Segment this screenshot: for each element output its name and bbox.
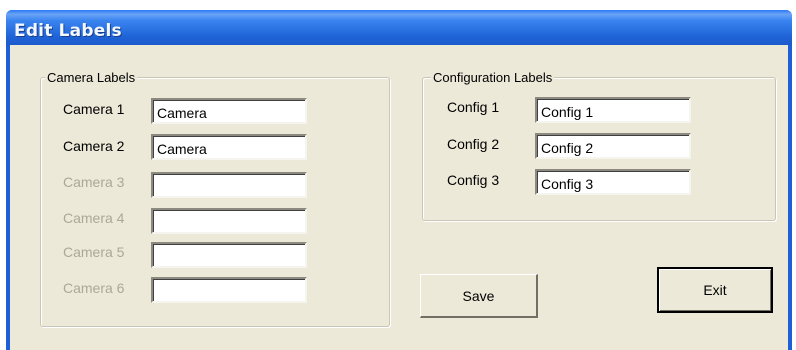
configuration-labels-group: Configuration Labels Config 1 Config 2 C… [422, 70, 776, 221]
config-3-label: Config 3 [447, 172, 500, 188]
config-1-field[interactable] [535, 97, 691, 123]
camera-5-label: Camera 5 [63, 244, 125, 260]
exit-button[interactable]: Exit [657, 267, 773, 313]
camera-6-field [151, 277, 307, 303]
configuration-labels-legend: Configuration Labels [431, 70, 555, 85]
camera-labels-group: Camera Labels Camera 1 Camera 2 Camera 3… [40, 70, 390, 327]
camera-4-field [151, 208, 307, 234]
camera-4-label: Camera 4 [63, 210, 125, 226]
camera-3-field [151, 172, 307, 198]
camera-5-field [151, 242, 307, 268]
save-button[interactable]: Save [420, 274, 538, 318]
camera-6-label: Camera 6 [63, 280, 125, 296]
config-2-field[interactable] [535, 133, 691, 159]
dialog-client-area: Camera Labels Camera 1 Camera 2 Camera 3… [10, 45, 788, 350]
window-title: Edit Labels [14, 21, 122, 41]
camera-labels-legend: Camera Labels [45, 70, 138, 85]
camera-1-label: Camera 1 [63, 101, 125, 117]
edit-labels-window: Edit Labels Camera Labels Camera 1 Camer… [6, 10, 792, 350]
camera-2-label: Camera 2 [63, 138, 125, 154]
config-3-field[interactable] [535, 169, 691, 195]
config-1-label: Config 1 [447, 99, 500, 115]
camera-3-label: Camera 3 [63, 174, 125, 190]
camera-1-field[interactable] [151, 98, 307, 124]
title-bar[interactable]: Edit Labels [6, 10, 792, 45]
config-2-label: Config 2 [447, 136, 500, 152]
camera-2-field[interactable] [151, 134, 307, 160]
